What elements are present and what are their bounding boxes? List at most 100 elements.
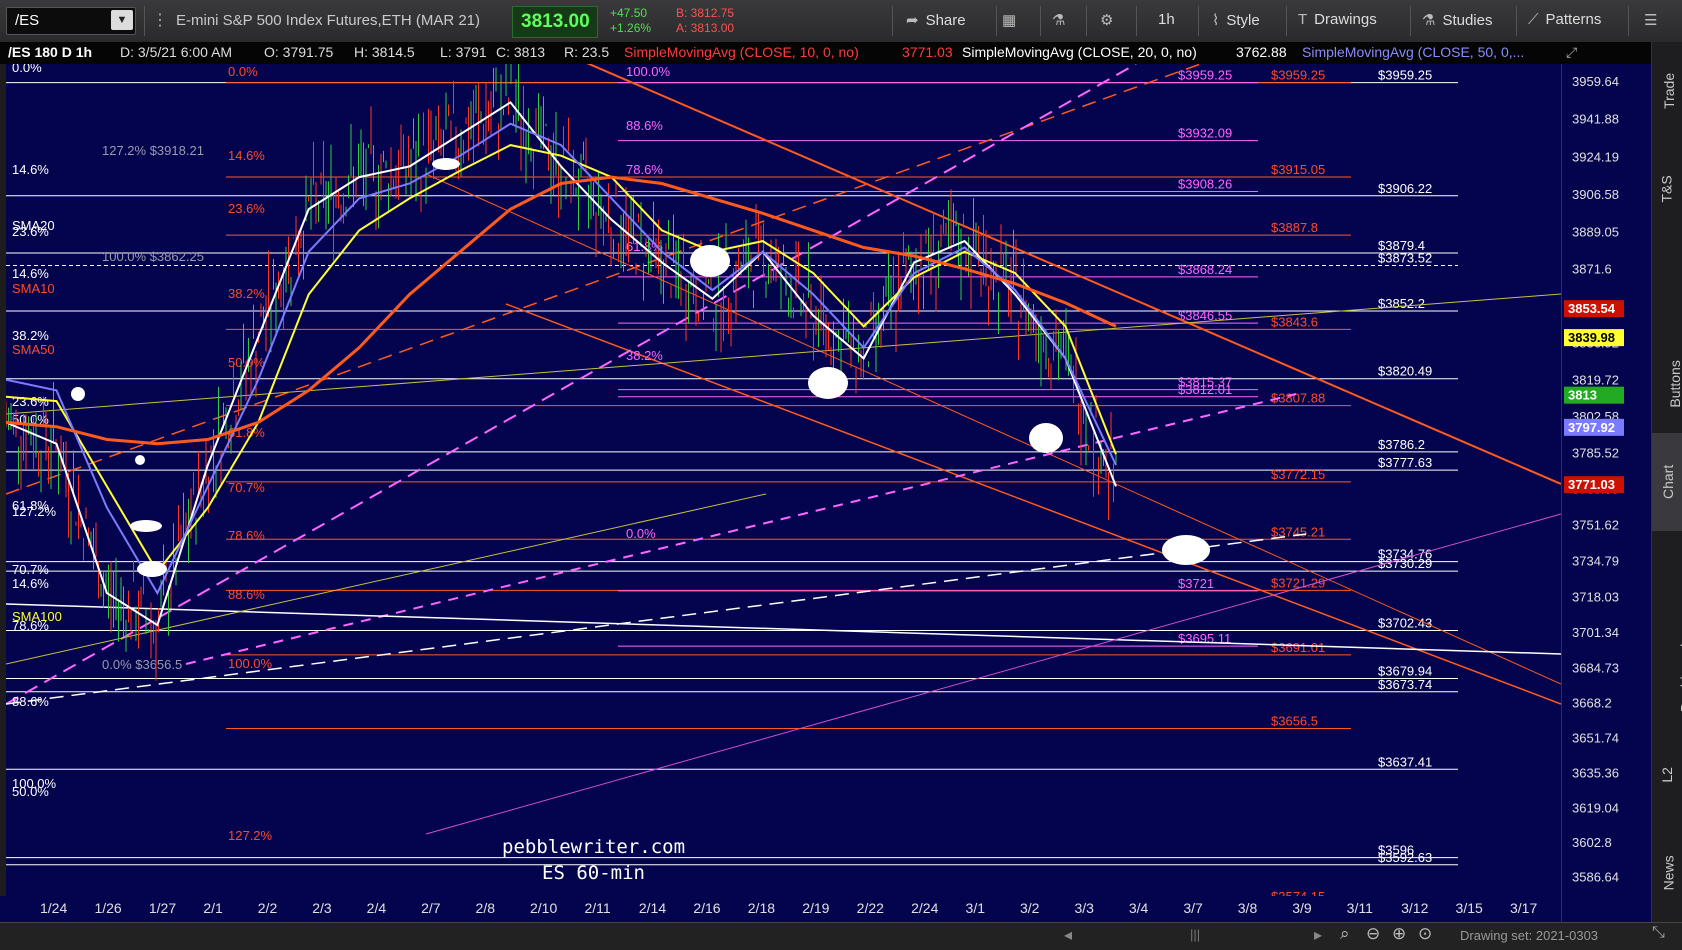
price-badge-label: 3771.03 [1568, 477, 1615, 492]
zoom-search-icon[interactable]: ⌕ [1340, 924, 1350, 944]
tab-active-trader[interactable]: Active Trader [1652, 238, 1682, 336]
fib-label-orange: 127.2% [228, 828, 273, 843]
price-tick-label: 3651.74 [1572, 731, 1619, 746]
magenta-level-label: $3868.24 [1178, 262, 1232, 277]
orange-level-label: $3887.8 [1271, 220, 1318, 235]
instrument-name: E-mini S&P 500 Index Futures,ETH (MAR 21… [176, 12, 480, 29]
fib-label-left: 127.2% [12, 504, 57, 519]
bar-open: O: 3791.75 [264, 44, 334, 60]
drag-handle-icon[interactable]: ⋮ [152, 10, 168, 30]
studies-button[interactable]: ⚗ Studies [1422, 11, 1493, 29]
zoom-out-icon[interactable]: ⊖ [1366, 924, 1380, 944]
price-tick-label: 3635.36 [1572, 766, 1619, 781]
price-tick-label: 3751.62 [1572, 518, 1619, 533]
magenta-level-label: $3721 [1178, 576, 1214, 591]
tab-l2[interactable]: L2 [1652, 726, 1682, 824]
fib-label-left: 50.0% [12, 784, 49, 799]
tab-phase-scores[interactable]: Phase Scores [1652, 531, 1682, 629]
tab-news[interactable]: News [1652, 824, 1682, 922]
price-tick-label: 3906.58 [1572, 187, 1619, 202]
menu-icon: ☰ [1644, 12, 1658, 29]
share-button[interactable]: ➦ Share [906, 11, 966, 29]
date-tick-label: 3/9 [1292, 900, 1312, 916]
tab-buttons[interactable]: Buttons [1652, 335, 1682, 433]
fib-label-left: 38.2% [12, 328, 49, 343]
date-tick-label: 3/2 [1020, 900, 1040, 916]
patterns-label: Patterns [1545, 11, 1602, 28]
date-axis[interactable]: 1/24 1/26 1/27 2/1 2/2 2/3 2/4 2/7 2/8 2/10 2/11 2/… [0, 896, 1561, 922]
grid-layout-button[interactable]: ▦ [1002, 11, 1023, 29]
tab-chart[interactable]: Chart [1652, 433, 1682, 531]
date-tick-label: 3/3 [1074, 900, 1094, 916]
date-tick-label: 2/18 [748, 900, 775, 916]
timeframe-button[interactable]: 1h [1158, 11, 1175, 28]
gray-fib-label: 100.0% $3862.25 [102, 249, 204, 264]
ellipse-marker [137, 561, 167, 577]
scroll-right-icon[interactable]: ▸ [1314, 925, 1322, 945]
scroll-left-icon[interactable]: ◂ [1064, 925, 1072, 945]
flask-button[interactable]: ⚗ [1052, 11, 1072, 29]
fib-label-orange: 70.7% [228, 480, 265, 495]
date-tick-label: 2/14 [639, 900, 666, 916]
top-toolbar: /ES ▼ ⋮ E-mini S&P 500 Index Futures,ETH… [0, 0, 1682, 43]
chart-canvas[interactable]: $3959.25$3906.22$3879.4$3873.52$3852.2$3… [6, 64, 1561, 896]
date-tick-label: 3/7 [1183, 900, 1203, 916]
tab-t-s[interactable]: T&S [1652, 140, 1682, 238]
white-level-label: $3852.2 [1378, 296, 1425, 311]
date-tick-label: 1/27 [149, 900, 176, 916]
orange-level-label: $3691.01 [1271, 640, 1325, 655]
price-badge-label: 3813 [1568, 388, 1597, 403]
orange-level-label: $3574.15 [1271, 889, 1325, 896]
bar-range: R: 23.5 [564, 44, 610, 60]
date-axis-canvas: 1/24 1/26 1/27 2/1 2/2 2/3 2/4 2/7 2/8 2/10 2/11 2/… [40, 900, 1537, 916]
white-level-label: $3702.43 [1378, 616, 1432, 631]
price-chart[interactable]: $3959.25 $3906.22 $3879.4 $3873.52 $3852.2 $3… [6, 64, 1561, 922]
sma10-label: SimpleMovingAvg (CLOSE, 10, 0, no) [624, 44, 859, 60]
date-tick-label: 3/15 [1456, 900, 1483, 916]
share-label: Share [925, 12, 966, 29]
tab-label: Phase Scores [1647, 536, 1682, 623]
fib-label-magenta: 100.0% [626, 64, 671, 79]
fib-label-orange: 100.0% [228, 656, 273, 671]
zoom-fit-icon[interactable]: ⊙ [1418, 924, 1432, 944]
ma-label: SMA100 [12, 609, 62, 624]
sma50-label: SimpleMovingAvg (CLOSE, 50, 0,... [1302, 44, 1525, 60]
last-price: 3813.00 [521, 11, 590, 32]
menu-button[interactable]: ☰ [1644, 11, 1664, 29]
bottom-bar: ◂ ||| ▸ ⌕ ⊖ ⊕ ⊙ Drawing set: 2021-0303 ⤡ [0, 922, 1682, 950]
divider [144, 6, 145, 36]
symbol-selector[interactable]: /ES ▼ [6, 7, 136, 35]
fib-label-left: 88.6% [12, 694, 49, 709]
orange-level-label: $3915.05 [1271, 162, 1325, 177]
gray-fib-label: 0.0% $3656.5 [102, 657, 182, 672]
divider [996, 6, 997, 36]
white-level-label: $3637.41 [1378, 754, 1432, 769]
tab-trade[interactable]: Trade [1652, 42, 1682, 140]
expand-icon[interactable]: ⤢ [1566, 44, 1577, 61]
drawing-set-label[interactable]: Drawing set: 2021-0303 [1460, 928, 1598, 943]
style-button[interactable]: ⌇ Style [1212, 11, 1260, 29]
resize-icon[interactable]: ⤡ [1652, 924, 1665, 942]
white-level-label: $3959.25 [1378, 68, 1432, 83]
magenta-level-label: $3908.26 [1178, 176, 1232, 191]
divider [1040, 6, 1041, 36]
settings-button[interactable]: ⚙ [1100, 11, 1120, 29]
price-tick-label: 3619.04 [1572, 800, 1619, 815]
date-tick-label: 3/1 [966, 900, 986, 916]
date-tick-label: 3/17 [1510, 900, 1537, 916]
chart-info-bar: /ES 180 D 1h D: 3/5/21 6:00 AM O: 3791.7… [0, 42, 1682, 64]
price-tick-label: 3684.73 [1572, 660, 1619, 675]
bar-low: L: 3791 [440, 44, 487, 60]
tab-dashboard[interactable]: Dashboard [1652, 629, 1682, 727]
divider [892, 6, 893, 36]
fib-label-orange: 23.6% [228, 201, 265, 216]
divider [1628, 6, 1629, 36]
patterns-button[interactable]: ⟋ Patterns [1528, 11, 1601, 28]
ma-line-sma100 [6, 175, 1117, 446]
drawings-label: Drawings [1314, 11, 1377, 28]
bar-close: C: 3813 [496, 44, 546, 60]
zoom-in-icon[interactable]: ⊕ [1392, 924, 1406, 944]
scroll-handle-icon[interactable]: ||| [1190, 927, 1200, 942]
chevron-down-icon[interactable]: ▼ [111, 10, 133, 30]
drawings-button[interactable]: T Drawings [1298, 11, 1377, 28]
